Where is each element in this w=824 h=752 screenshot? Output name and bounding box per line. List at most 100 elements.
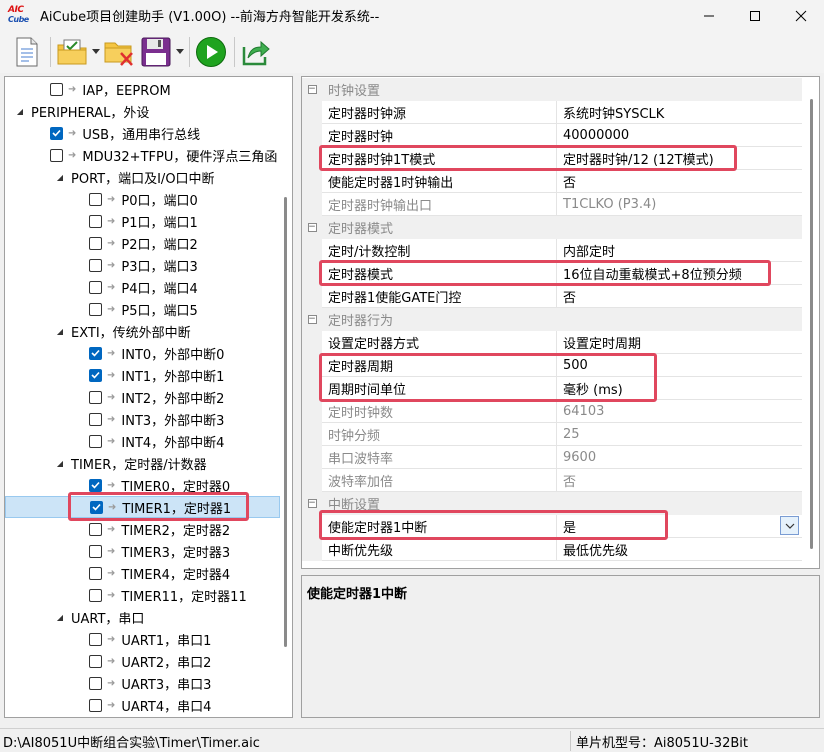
tree-item[interactable]: ◢ PORT，端口及I/O口中断 xyxy=(5,166,280,188)
tree-item-checkbox[interactable] xyxy=(89,434,102,448)
tree-item[interactable]: ➜ P5口，端口5 xyxy=(5,298,280,320)
property-row[interactable]: 定时器时钟1T模式 定时器时钟/12 (12T模式) xyxy=(302,147,802,170)
tree-item-checkbox[interactable] xyxy=(89,258,102,272)
property-row[interactable]: 串口波特率 9600 xyxy=(302,446,802,469)
property-value[interactable]: 定时器时钟/12 (12T模式) xyxy=(557,147,802,170)
property-row[interactable]: 定时器周期 500 xyxy=(302,354,802,377)
tree-item-checkbox[interactable] xyxy=(50,126,63,140)
tree-item-checkbox[interactable] xyxy=(89,214,102,228)
tree-item[interactable]: ➜ INT1，外部中断1 xyxy=(5,364,280,386)
expand-toggle-icon[interactable]: ◢ xyxy=(55,173,65,182)
tree-item[interactable]: ➜ P3口，端口3 xyxy=(5,254,280,276)
tree-item[interactable]: ◢ EXTI，传统外部中断 xyxy=(5,320,280,342)
property-value[interactable]: 是 xyxy=(557,515,802,538)
property-row[interactable]: 中断优先级 最低优先级 xyxy=(302,538,802,561)
tree-item[interactable]: ➜ P1口，端口1 xyxy=(5,210,280,232)
property-value[interactable]: 内部定时 xyxy=(557,239,802,262)
peripheral-tree[interactable]: ➜ IAP，EEPROM ◢ PERIPHERAL，外设 ➜ USB，通用串行总线 ➜ MDU… xyxy=(4,76,293,718)
tree-item[interactable]: ➜ INT4，外部中断4 xyxy=(5,430,280,452)
property-row[interactable]: 使能定时器1中断是 xyxy=(302,515,802,538)
collapse-icon[interactable]: − xyxy=(307,223,317,232)
tree-item[interactable]: ➜ UART1，串口1 xyxy=(5,628,280,650)
property-value[interactable]: 毫秒 (ms) xyxy=(557,377,802,400)
collapse-icon[interactable]: − xyxy=(307,499,317,508)
category-gutter[interactable]: − xyxy=(302,308,322,331)
tree-item[interactable]: ➜ TIMER4，定时器4 xyxy=(5,562,280,584)
tree-item-checkbox[interactable] xyxy=(89,346,102,360)
property-row[interactable]: 定时/计数控制 内部定时 xyxy=(302,239,802,262)
property-row[interactable]: 定时器模式 16位自动重载模式+8位预分频 xyxy=(302,262,802,285)
tree-item[interactable]: ➜ UART2，串口2 xyxy=(5,650,280,672)
property-value[interactable]: 系统时钟SYSCLK xyxy=(557,101,802,124)
expand-toggle-icon[interactable]: ◢ xyxy=(55,459,65,468)
tree-item-checkbox[interactable] xyxy=(89,654,102,668)
property-row[interactable]: 时钟分频 25 xyxy=(302,423,802,446)
tree-item[interactable]: ➜ INT2，外部中断2 xyxy=(5,386,280,408)
tree-item[interactable]: ➜ TIMER11，定时器11 xyxy=(5,584,280,606)
tree-item[interactable]: ◢ UART，串口 xyxy=(5,606,280,628)
tree-item-checkbox[interactable] xyxy=(89,478,102,492)
property-row[interactable]: 设置定时器方式 设置定时周期 xyxy=(302,331,802,354)
close-button[interactable] xyxy=(778,0,824,31)
close-project-button[interactable] xyxy=(101,34,137,70)
expand-toggle-icon[interactable]: ◢ xyxy=(55,613,65,622)
collapse-icon[interactable]: − xyxy=(307,85,317,94)
tree-item-checkbox[interactable] xyxy=(89,632,102,646)
property-row[interactable]: 定时器时钟 40000000 xyxy=(302,124,802,147)
property-value[interactable]: 否 xyxy=(557,285,802,308)
tree-item[interactable]: ◢ TIMER，定时器/计数器 xyxy=(5,452,280,474)
run-button[interactable] xyxy=(194,34,228,70)
property-value[interactable]: 16位自动重载模式+8位预分频 xyxy=(557,262,802,285)
save-button[interactable] xyxy=(139,34,173,70)
tree-item[interactable]: ➜ P0口，端口0 xyxy=(5,188,280,210)
tree-item[interactable]: ➜ MDU32+TFPU，硬件浮点三角函 xyxy=(5,144,280,166)
property-scrollbar[interactable] xyxy=(810,99,813,549)
property-value[interactable]: 最低优先级 xyxy=(557,538,802,561)
category-gutter[interactable]: − xyxy=(302,78,322,101)
tree-item[interactable]: ➜ TIMER0，定时器0 xyxy=(5,474,280,496)
tree-item[interactable]: ➜ P4口，端口4 xyxy=(5,276,280,298)
property-value[interactable]: 40000000 xyxy=(557,124,802,147)
property-row[interactable]: 周期时间单位 毫秒 (ms) xyxy=(302,377,802,400)
tree-item-checkbox[interactable] xyxy=(89,522,102,536)
tree-item-checkbox[interactable] xyxy=(89,676,102,690)
maximize-button[interactable] xyxy=(732,0,778,31)
property-row[interactable]: 定时器时钟源 系统时钟SYSCLK xyxy=(302,101,802,124)
tree-item-checkbox[interactable] xyxy=(89,302,102,316)
property-row[interactable]: 定时时钟数 64103 xyxy=(302,400,802,423)
tree-item[interactable]: ➜ USB，通用串行总线 xyxy=(5,122,280,144)
tree-item[interactable]: ➜ UART4，串口4 xyxy=(5,694,280,716)
property-category[interactable]: − 时钟设置 xyxy=(302,78,802,101)
tree-item-checkbox[interactable] xyxy=(89,412,102,426)
open-folder-button[interactable] xyxy=(55,34,89,70)
tree-item[interactable]: ➜ IAP，EEPROM xyxy=(5,78,280,100)
tree-item-checkbox[interactable] xyxy=(89,192,102,206)
tree-item-checkbox[interactable] xyxy=(89,390,102,404)
tree-item[interactable]: ➜ INT3，外部中断3 xyxy=(5,408,280,430)
open-dropdown-button[interactable] xyxy=(91,34,101,70)
tree-item[interactable]: ➜ TIMER1，定时器1 xyxy=(5,496,280,518)
property-row[interactable]: 定时器1使能GATE门控否 xyxy=(302,285,802,308)
tree-item-checkbox[interactable] xyxy=(89,698,102,712)
property-row[interactable]: 定时器时钟输出口 T1CLKO (P3.4) xyxy=(302,193,802,216)
property-category[interactable]: − 定时器行为 xyxy=(302,308,802,331)
tree-scrollbar[interactable] xyxy=(284,197,287,647)
property-category[interactable]: − 定时器模式 xyxy=(302,216,802,239)
tree-item[interactable]: ➜ TIMER2，定时器2 xyxy=(5,518,280,540)
category-gutter[interactable]: − xyxy=(302,492,322,515)
collapse-icon[interactable]: − xyxy=(307,315,317,324)
tree-item-checkbox[interactable] xyxy=(89,544,102,558)
property-value[interactable]: 500 xyxy=(557,354,802,377)
tree-item[interactable]: ➜ UART3，串口3 xyxy=(5,672,280,694)
property-row[interactable]: 波特率加倍否 xyxy=(302,469,802,492)
tree-item[interactable]: ➜ P2口，端口2 xyxy=(5,232,280,254)
tree-item-checkbox[interactable] xyxy=(50,82,63,96)
expand-toggle-icon[interactable]: ◢ xyxy=(55,327,65,336)
property-grid[interactable]: − 时钟设置 定时器时钟源 系统时钟SYSCLK 定时器时钟 40000000 定时器时钟1… xyxy=(301,76,820,569)
tree-item[interactable]: ➜ TIMER3，定时器3 xyxy=(5,540,280,562)
export-button[interactable] xyxy=(239,34,273,70)
property-row[interactable]: 使能定时器1时钟输出否 xyxy=(302,170,802,193)
property-value[interactable]: 设置定时周期 xyxy=(557,331,802,354)
save-dropdown-button[interactable] xyxy=(175,34,185,70)
tree-item-checkbox[interactable] xyxy=(50,148,63,162)
